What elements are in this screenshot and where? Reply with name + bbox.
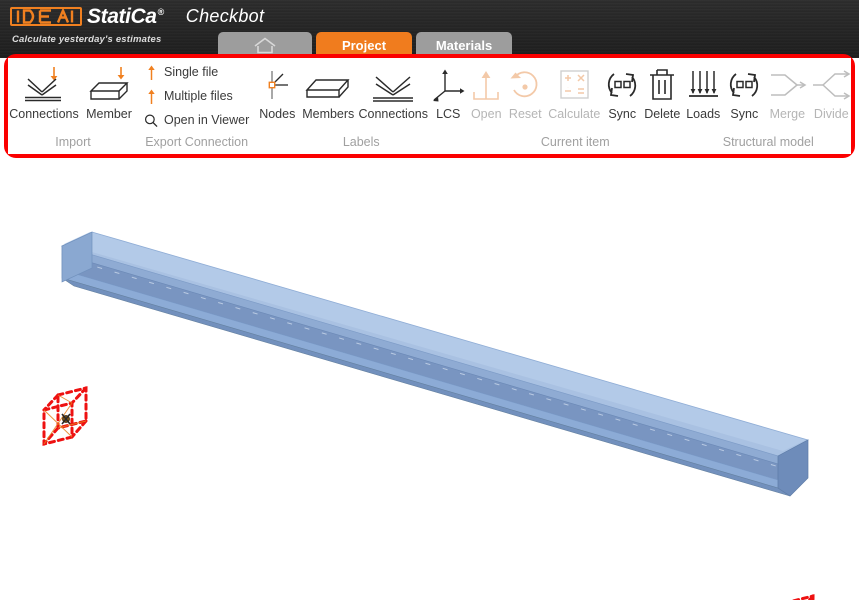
idea-logo-mark — [10, 7, 82, 26]
brand-statica: StatiCa® — [87, 5, 165, 28]
checkbot-window: StatiCa® Checkbot Calculate yesterday's … — [0, 0, 859, 600]
current-sync-label: Sync — [608, 107, 637, 121]
beam-centerline — [79, 261, 777, 467]
lcs-axes-icon — [428, 63, 468, 107]
ribbon-group-current-item-label: Current item — [540, 135, 610, 149]
structural-divide-label: Divide — [813, 107, 849, 121]
ribbon-group-structural-model: Loads Sync Merge Divide Structural model — [683, 58, 853, 154]
structural-merge-label: Merge — [769, 107, 806, 121]
steel-beam-model[interactable] — [60, 231, 810, 497]
open-in-viewer-label: Open in Viewer — [164, 113, 250, 127]
divide-arrows-icon — [811, 63, 851, 107]
structural-sync-button[interactable]: Sync — [723, 63, 765, 121]
labels-nodes-label: Nodes — [259, 107, 296, 121]
structural-loads-label: Loads — [686, 107, 721, 121]
current-reset-button[interactable]: Reset — [505, 63, 545, 121]
registered-mark: ® — [157, 7, 165, 17]
structural-merge-button[interactable]: Merge — [765, 63, 809, 121]
ribbon-group-export-connection-label: Export Connection — [145, 135, 249, 149]
export-single-file-button[interactable]: Single file — [144, 60, 224, 84]
trash-icon — [645, 63, 679, 107]
tab-materials-label: Materials — [435, 37, 493, 53]
current-reset-label: Reset — [508, 107, 542, 121]
export-multiple-files-label: Multiple files — [164, 89, 233, 103]
current-delete-button[interactable]: Delete — [641, 63, 683, 121]
magnifier-icon — [144, 113, 158, 128]
product-name: Checkbot — [185, 6, 265, 26]
current-sync-button[interactable]: Sync — [603, 63, 641, 121]
tab-project-label: Project — [341, 37, 387, 53]
sync-icon — [725, 63, 763, 107]
current-delete-label: Delete — [644, 107, 681, 121]
loads-arrows-icon — [686, 63, 720, 107]
ribbon-toolbar: Connections Member Import Single file Mu… — [8, 58, 851, 154]
import-connections-label: Connections — [9, 107, 79, 121]
open-arrow-icon — [469, 63, 503, 107]
structural-loads-button[interactable]: Loads — [683, 63, 723, 121]
current-open-label: Open — [470, 107, 502, 121]
current-calculate-label: Calculate — [548, 107, 601, 121]
export-up-arrow-icon — [144, 88, 158, 105]
structural-divide-button[interactable]: Divide — [809, 63, 853, 121]
import-member-label: Member — [86, 107, 132, 121]
node-selection-end[interactable] — [771, 594, 815, 600]
sync-icon — [603, 63, 641, 107]
import-connections-button[interactable]: Connections — [8, 63, 80, 121]
model-canvas — [42, 231, 815, 600]
labels-lcs-label: LCS — [436, 107, 461, 121]
export-up-arrow-icon — [144, 64, 158, 81]
export-multiple-files-button[interactable]: Multiple files — [144, 84, 239, 108]
import-member-button[interactable]: Member — [80, 63, 138, 121]
labels-connections-label: Connections — [358, 107, 429, 121]
current-open-button[interactable]: Open — [467, 63, 505, 121]
app-header: StatiCa® Checkbot Calculate yesterday's … — [0, 0, 859, 58]
ribbon-group-export-connection: Single file Multiple files Open in Viewe… — [138, 58, 255, 154]
3d-model-viewport[interactable] — [0, 162, 859, 600]
node-icon — [258, 63, 296, 107]
ribbon-group-import: Connections Member Import — [8, 58, 138, 154]
home-icon — [253, 37, 277, 54]
member-box-icon — [303, 63, 353, 107]
ribbon-group-current-item: Open Reset Calculate Sync Delete Current… — [467, 58, 683, 154]
ribbon-group-structural-model-label: Structural model — [722, 135, 814, 149]
import-member-icon — [86, 63, 132, 107]
labels-members-button[interactable]: Members — [299, 63, 357, 121]
connections-icon — [368, 63, 418, 107]
open-in-viewer-button[interactable]: Open in Viewer — [144, 108, 255, 132]
ribbon-group-labels: Nodes Members Connections LCS Labels — [255, 58, 467, 154]
export-single-file-label: Single file — [164, 65, 219, 79]
current-calculate-button[interactable]: Calculate — [545, 63, 603, 121]
reset-circular-arrow-icon — [507, 63, 543, 107]
ribbon-group-labels-label: Labels — [342, 135, 380, 149]
labels-members-label: Members — [302, 107, 355, 121]
structural-sync-label: Sync — [730, 107, 759, 121]
labels-nodes-button[interactable]: Nodes — [255, 63, 299, 121]
calculator-icon — [555, 63, 593, 107]
import-connections-icon — [21, 63, 67, 107]
ribbon-group-import-label: Import — [55, 135, 91, 149]
merge-arrows-icon — [767, 63, 807, 107]
node-selection-start[interactable] — [42, 386, 88, 446]
labels-connections-button[interactable]: Connections — [357, 63, 429, 121]
labels-lcs-button[interactable]: LCS — [429, 63, 467, 121]
